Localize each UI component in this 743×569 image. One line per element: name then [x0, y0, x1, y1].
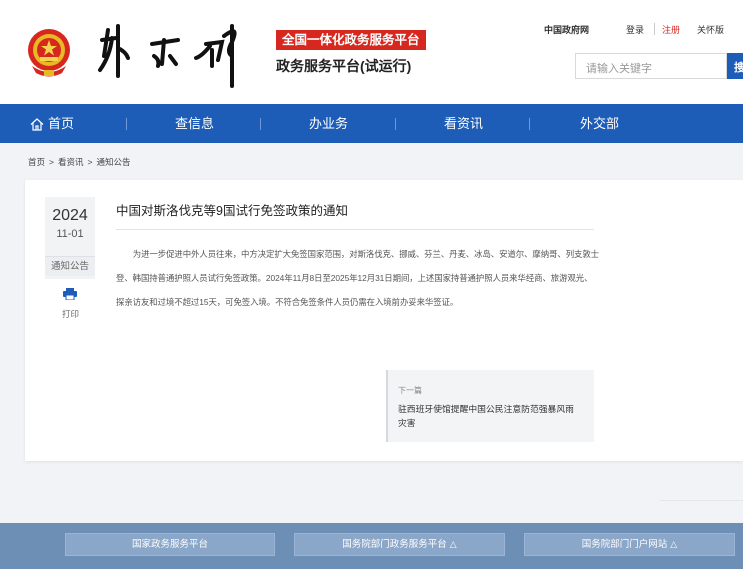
- main-nav: 首页 查信息 办业务 看资讯 外交部: [0, 104, 743, 143]
- care-mode-link[interactable]: 关怀版: [697, 23, 724, 36]
- next-article-link[interactable]: 下一篇 驻西班牙使馆提醒中国公民注意防范强暴风雨灾害: [386, 370, 594, 442]
- breadcrumb-separator: >: [87, 157, 93, 167]
- article-body: 为进一步促进中外人员往来，中方决定扩大免签国家范围，对斯洛伐克、挪威、芬兰、丹麦…: [116, 249, 599, 307]
- nav-divider: [126, 118, 127, 130]
- divider: [660, 500, 743, 501]
- site-footer: 国家政务服务平台 国务院部门政务服务平台 △ 国务院部门门户网站 △: [0, 523, 743, 569]
- footer-link-label: 国务院部门政务服务平台: [342, 539, 447, 550]
- platform-subtitle: 政务服务平台(试运行): [276, 58, 412, 74]
- article-title: 中国对斯洛伐克等9国试行免签政策的通知: [116, 204, 348, 218]
- link-divider: [654, 23, 655, 35]
- breadcrumb-current[interactable]: 通知公告: [96, 157, 130, 167]
- breadcrumb-separator: >: [49, 157, 54, 167]
- printer-icon[interactable]: [63, 288, 77, 300]
- footer-link-label: 国家政务服务平台: [131, 539, 208, 550]
- next-article-label: 下一篇: [398, 386, 422, 395]
- login-link[interactable]: 登录: [626, 23, 644, 36]
- date-month-day: 11-01: [56, 228, 84, 240]
- home-icon: [30, 118, 44, 131]
- platform-badge: 全国一体化政务服务平台: [276, 30, 426, 50]
- footer-link-national-platform[interactable]: 国家政务服务平台: [65, 533, 275, 556]
- nav-item-home[interactable]: 首页: [30, 104, 74, 143]
- nav-divider: [529, 118, 530, 130]
- footer-link-dept-portals[interactable]: 国务院部门门户网站 △: [524, 533, 735, 556]
- gov-portal-link[interactable]: 中国政府网: [544, 23, 589, 36]
- breadcrumb: 首页 > 看资讯 > 通知公告: [28, 156, 134, 168]
- breadcrumb-news[interactable]: 看资讯: [58, 157, 84, 167]
- breadcrumb-home[interactable]: 首页: [28, 157, 45, 167]
- triangle-up-icon: △: [449, 539, 457, 549]
- title-divider: [116, 229, 594, 230]
- search-button[interactable]: 搜索: [727, 53, 743, 79]
- category-label: 通知公告: [45, 256, 95, 276]
- register-link[interactable]: 注册: [662, 23, 680, 36]
- triangle-up-icon: △: [670, 539, 678, 549]
- site-header: 全国一体化政务服务平台 政务服务平台(试运行) 中国政府网 登录 注册 关怀版 …: [0, 0, 743, 104]
- search-input[interactable]: 请输入关键字: [575, 53, 727, 79]
- nav-item-news[interactable]: 看资讯: [444, 104, 483, 143]
- nav-item-mfa[interactable]: 外交部: [580, 104, 619, 143]
- nav-label-home: 首页: [48, 116, 75, 131]
- footer-link-label: 国务院部门门户网站: [581, 539, 668, 550]
- nav-divider: [260, 118, 261, 130]
- article-card: [25, 180, 743, 461]
- next-article-title[interactable]: 驻西班牙使馆提醒中国公民注意防范强暴风雨灾害: [398, 402, 582, 430]
- national-emblem-icon[interactable]: [26, 26, 72, 78]
- ministry-calligraphy-logo[interactable]: [92, 16, 252, 88]
- print-label[interactable]: 打印: [62, 308, 79, 320]
- date-year: 2024: [52, 207, 88, 224]
- nav-item-info[interactable]: 查信息: [175, 104, 214, 143]
- nav-item-services[interactable]: 办业务: [309, 104, 348, 143]
- footer-link-dept-services[interactable]: 国务院部门政务服务平台 △: [294, 533, 505, 556]
- nav-divider: [395, 118, 396, 130]
